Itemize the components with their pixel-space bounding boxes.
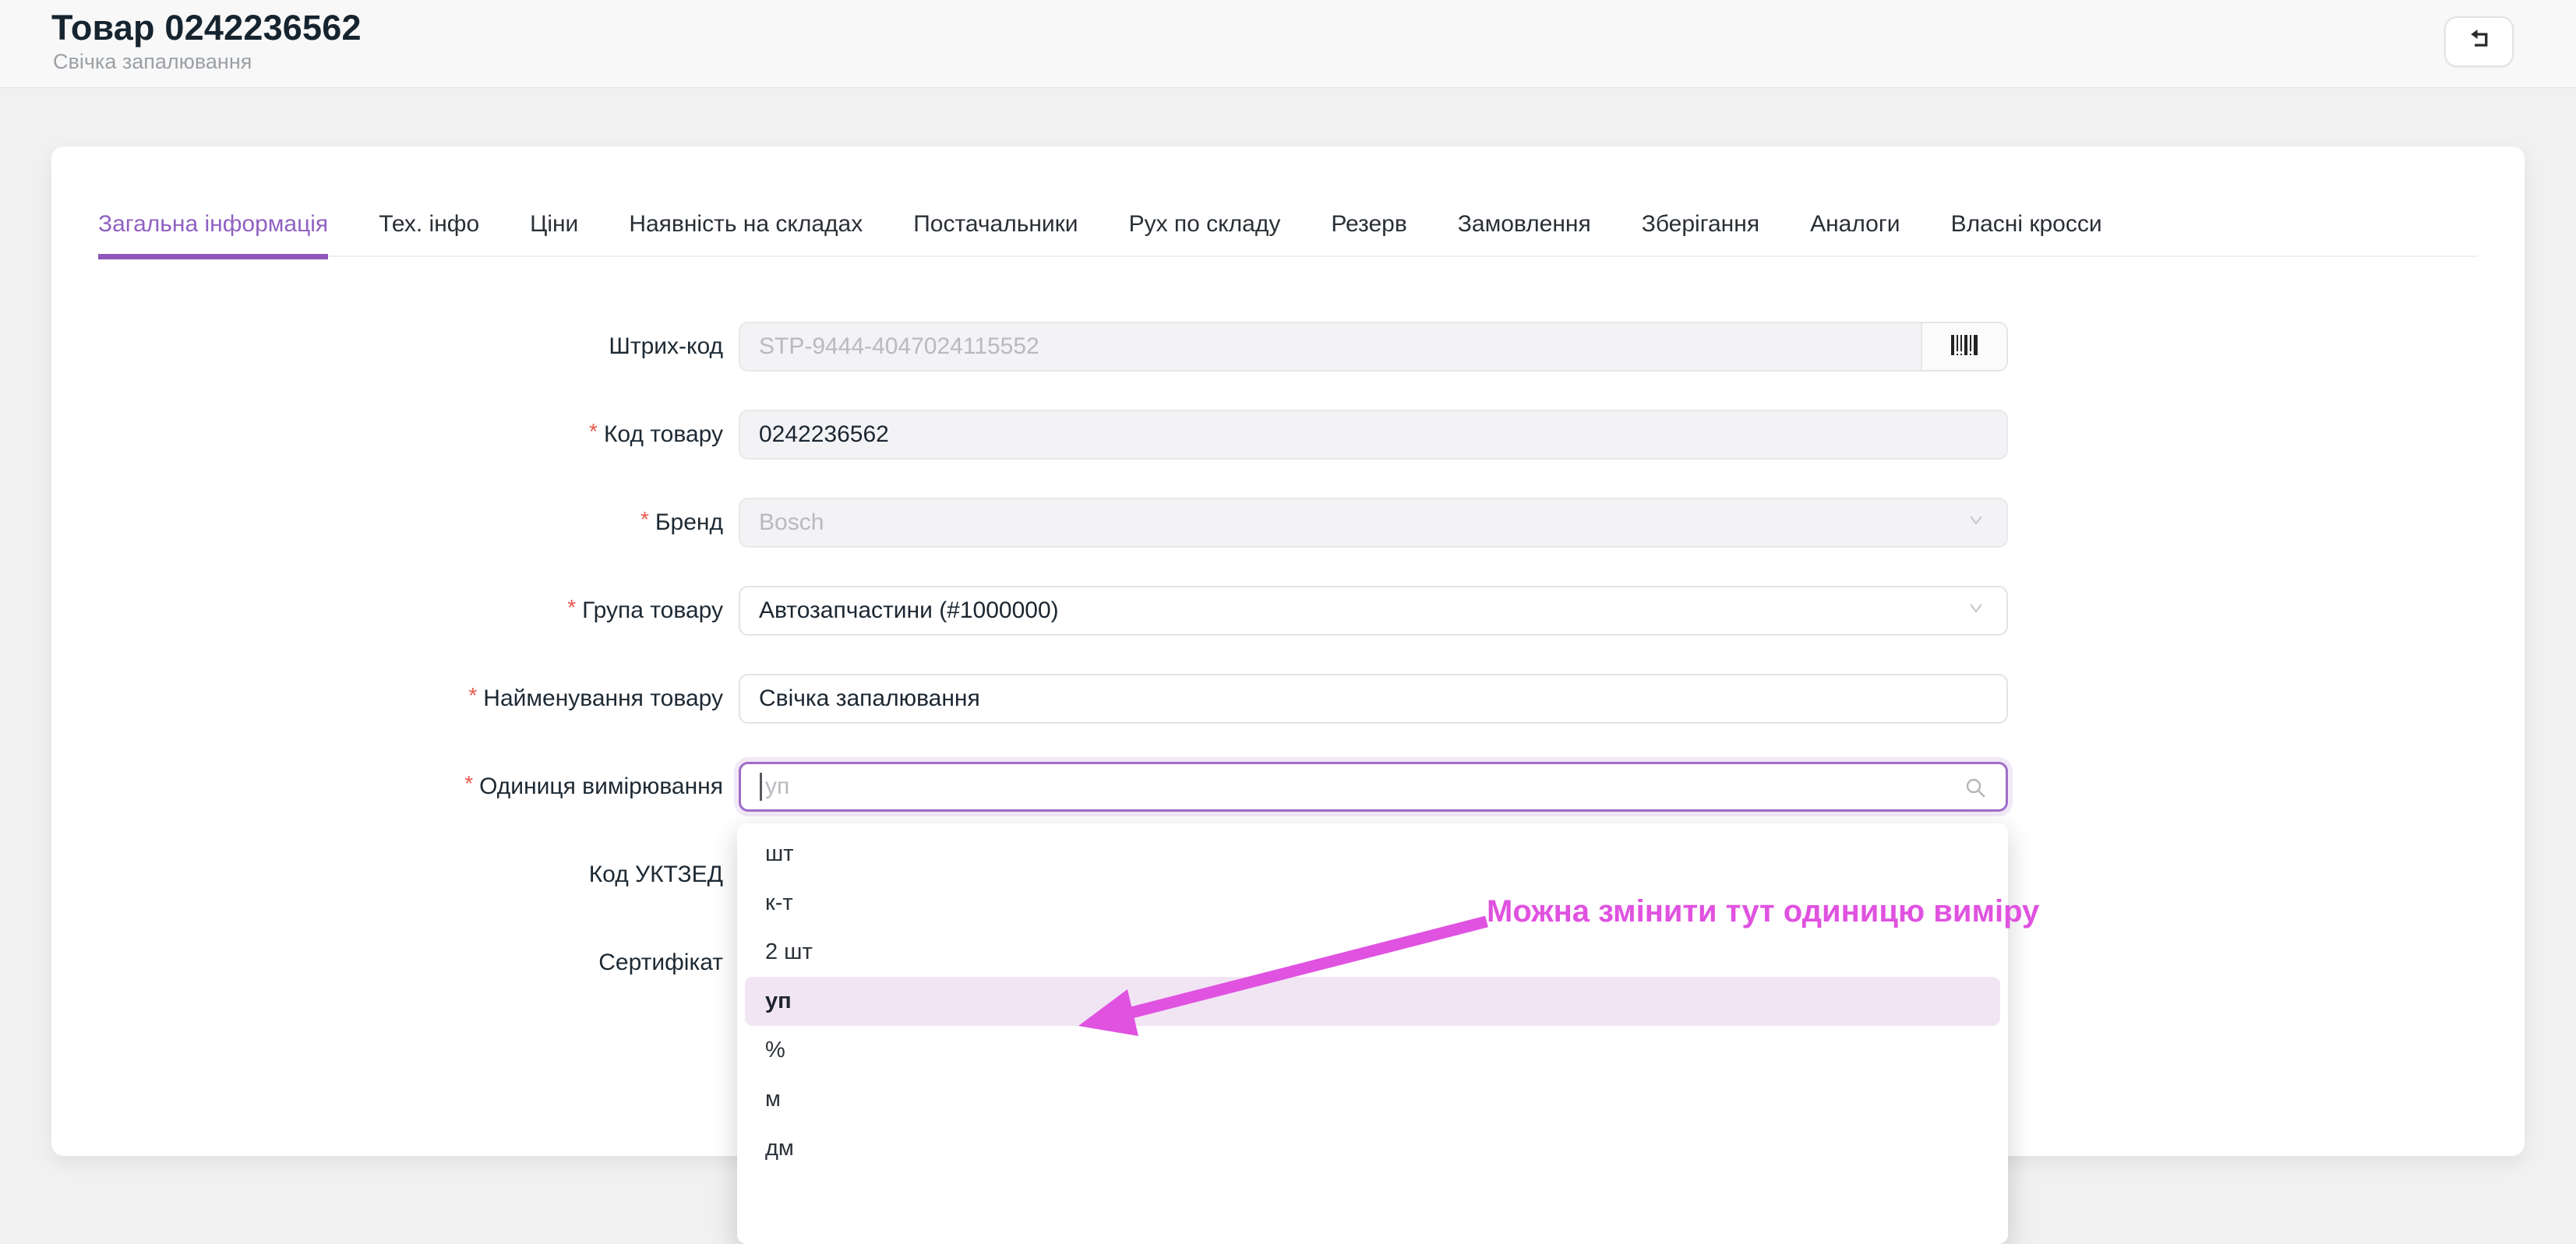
unit-placeholder: уп bbox=[765, 774, 790, 799]
brand-select: Bosch bbox=[739, 498, 2008, 548]
tab-analogs[interactable]: Аналоги bbox=[1810, 192, 1900, 256]
tab-bar: Загальна інформація Тех. інфо Ціни Наявн… bbox=[98, 192, 2478, 259]
product-name-label: * Найменування товару bbox=[468, 683, 723, 711]
tab-own-crosses[interactable]: Власні кросси bbox=[1951, 192, 2102, 256]
product-group-row: * Група товару Автозапчастини (#1000000) bbox=[51, 586, 2525, 636]
tab-general-info[interactable]: Загальна інформація bbox=[98, 192, 329, 259]
page-title: Товар 0242236562 bbox=[51, 8, 362, 48]
tab-orders[interactable]: Замовлення bbox=[1458, 192, 1591, 256]
product-code-input bbox=[739, 410, 2008, 460]
tab-reserve[interactable]: Резерв bbox=[1331, 192, 1406, 256]
product-group-select[interactable]: Автозапчастини (#1000000) bbox=[739, 586, 2008, 636]
tab-storage[interactable]: Зберігання bbox=[1642, 192, 1759, 256]
tab-prices[interactable]: Ціни bbox=[530, 192, 578, 256]
tab-stock-availability[interactable]: Наявність на складах bbox=[629, 192, 863, 256]
barcode-input bbox=[739, 322, 1922, 372]
barcode-row: Штрих-код bbox=[51, 322, 2525, 372]
product-name-row: * Найменування товару bbox=[51, 674, 2525, 724]
annotation-text: Можна змінити тут одиницю виміру bbox=[1487, 894, 2040, 929]
tab-tech-info[interactable]: Тех. інфо bbox=[379, 192, 479, 256]
barcode-scan-button[interactable] bbox=[1921, 322, 2008, 372]
back-button[interactable] bbox=[2444, 16, 2514, 67]
required-asterisk: * bbox=[468, 683, 478, 707]
tab-warehouse-movement[interactable]: Рух по складу bbox=[1129, 192, 1281, 256]
tab-suppliers[interactable]: Постачальники bbox=[913, 192, 1078, 256]
required-asterisk: * bbox=[464, 771, 474, 795]
chevron-down-icon bbox=[1964, 508, 1988, 537]
uktzed-label: Код УКТЗЕД bbox=[588, 862, 723, 887]
chevron-down-icon bbox=[1964, 596, 1988, 626]
unit-option-m[interactable]: м bbox=[737, 1075, 2008, 1124]
brand-value: Bosch bbox=[759, 509, 824, 535]
required-asterisk: * bbox=[589, 419, 598, 443]
barcode-icon bbox=[1946, 327, 1982, 367]
required-asterisk: * bbox=[567, 595, 577, 619]
unit-label: * Одиниця вимірювання bbox=[464, 771, 723, 799]
certificate-label: Сертифікат bbox=[598, 950, 723, 975]
product-code-row: * Код товару bbox=[51, 410, 2525, 460]
unit-search-input[interactable]: уп bbox=[739, 762, 2008, 812]
annotation-arrow bbox=[1078, 915, 1488, 1036]
unit-option-sht[interactable]: шт bbox=[737, 830, 2008, 879]
required-asterisk: * bbox=[640, 507, 649, 531]
product-code-label: * Код товару bbox=[589, 419, 723, 447]
search-icon bbox=[1964, 776, 1988, 807]
page-header: Товар 0242236562 Свічка запалювання bbox=[0, 0, 2576, 88]
return-arrow-icon bbox=[2463, 23, 2496, 60]
brand-label: * Бренд bbox=[640, 507, 723, 535]
product-group-value: Автозапчастини (#1000000) bbox=[759, 597, 1059, 623]
product-group-label: * Група товару bbox=[567, 595, 723, 623]
unit-option-dm[interactable]: дм bbox=[737, 1124, 2008, 1173]
page-subtitle: Свічка запалювання bbox=[53, 50, 252, 73]
unit-row: * Одиниця вимірювання уп bbox=[51, 762, 2525, 812]
product-name-input[interactable] bbox=[739, 674, 2008, 724]
brand-row: * Бренд Bosch bbox=[51, 498, 2525, 548]
barcode-label: Штрих-код bbox=[609, 333, 723, 359]
text-caret bbox=[760, 773, 762, 801]
